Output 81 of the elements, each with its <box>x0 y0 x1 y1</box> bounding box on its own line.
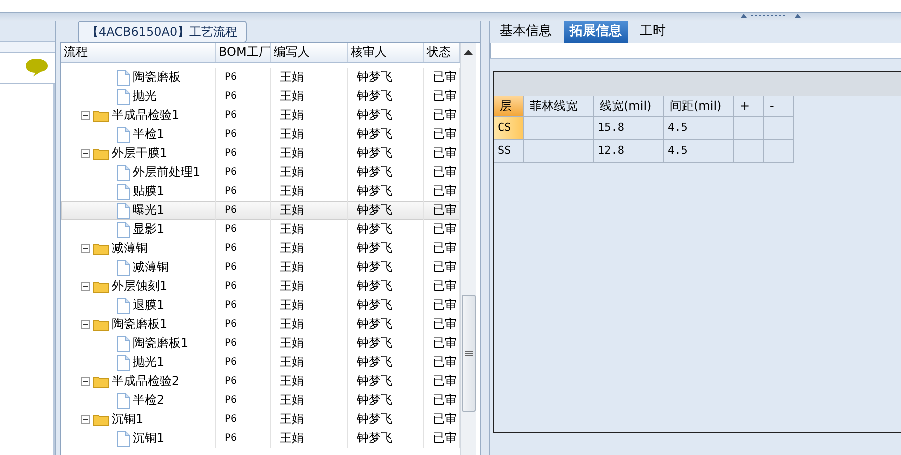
tree-label: 陶瓷磨板1 <box>112 316 168 333</box>
folder-icon <box>93 318 109 331</box>
table-cell <box>734 117 764 140</box>
folder-icon <box>93 375 109 388</box>
tab[interactable]: 拓展信息 <box>564 21 628 43</box>
table-cell <box>524 140 594 163</box>
tab[interactable]: 基本信息 <box>494 21 558 43</box>
grip-icon <box>464 350 472 356</box>
collapse-icon[interactable] <box>81 244 90 253</box>
document-icon <box>117 202 130 218</box>
tree-label: 陶瓷磨板1 <box>133 335 189 352</box>
tree-label: 抛光 <box>133 88 157 105</box>
folder-icon <box>93 413 109 426</box>
tree-label: 外层蚀刻1 <box>112 278 168 295</box>
column-header[interactable]: + <box>734 96 764 117</box>
table-cell: 4.5 <box>664 140 734 163</box>
tree-label: 半成品检验2 <box>112 373 180 390</box>
tab[interactable]: 工时 <box>634 21 672 43</box>
tree-label: 曝光1 <box>133 202 165 219</box>
tree-label: 陶瓷磨板 <box>133 69 181 86</box>
column-header[interactable]: 线宽(mil) <box>594 96 664 117</box>
tree-label: 外层干膜1 <box>112 145 168 162</box>
folder-icon <box>93 109 109 122</box>
tree-label: 显影1 <box>133 221 165 238</box>
tree-label: 外层前处理1 <box>133 164 201 181</box>
table-cell <box>764 140 794 163</box>
document-icon <box>117 126 130 142</box>
document-icon <box>117 336 130 352</box>
document-icon <box>117 222 130 238</box>
column-header[interactable]: 流程 <box>61 43 216 62</box>
reviewer-cell: 钟梦飞 <box>348 429 424 448</box>
document-icon <box>117 298 130 314</box>
column-header[interactable]: 菲林线宽 <box>524 96 594 117</box>
tree-label: 半成品检验1 <box>112 107 180 124</box>
document-icon <box>117 184 130 200</box>
document-icon <box>117 70 130 86</box>
row-header: SS <box>494 140 524 163</box>
collapse-icon[interactable] <box>81 149 90 158</box>
table-cell <box>764 117 794 140</box>
column-header[interactable]: - <box>764 96 794 117</box>
tree-label: 半检2 <box>133 392 165 409</box>
row-header: CS <box>494 117 524 140</box>
tree-label: 减薄铜 <box>112 240 148 257</box>
column-header[interactable]: 编写人 <box>271 43 348 62</box>
document-icon <box>117 354 130 370</box>
collapse-icon[interactable] <box>81 415 90 424</box>
table-cell: 4.5 <box>664 117 734 140</box>
table-cell <box>734 140 764 163</box>
factory-cell: P6 <box>216 429 271 448</box>
tree-label: 沉铜1 <box>133 430 165 447</box>
document-icon <box>117 392 130 408</box>
collapse-icon[interactable] <box>81 111 90 120</box>
scrollbar[interactable] <box>460 43 476 455</box>
column-header[interactable]: 核审人 <box>348 43 424 62</box>
folder-icon <box>93 280 109 293</box>
tree-label: 半检1 <box>133 126 165 143</box>
flow-row[interactable]: 曝光1 P6 王娟 钟梦飞 已审 <box>61 201 460 220</box>
tree-label: 减薄铜 <box>133 259 169 276</box>
column-header[interactable]: 层 <box>494 96 524 117</box>
writer-cell: 王娟 <box>271 429 348 448</box>
document-icon <box>117 88 130 104</box>
collapse-icon[interactable] <box>81 282 90 291</box>
group-title: 【4ACB6150A0】工艺流程 <box>78 21 247 43</box>
collapse-icon[interactable] <box>81 320 90 329</box>
table-cell: 12.8 <box>594 140 664 163</box>
tree-label: 沉铜1 <box>112 411 144 428</box>
table-cell <box>524 117 594 140</box>
table-cell: 15.8 <box>594 117 664 140</box>
tree-label: 贴膜1 <box>133 183 165 200</box>
tree-label: 退膜1 <box>133 297 165 314</box>
document-icon <box>117 164 130 180</box>
collapse-icon[interactable] <box>81 377 90 386</box>
grip-icon[interactable] <box>741 13 801 19</box>
tree-label: 抛光1 <box>133 354 165 371</box>
column-header[interactable]: 间距(mil) <box>664 96 734 117</box>
document-icon <box>117 430 130 446</box>
folder-icon <box>93 147 109 160</box>
scroll-up-icon[interactable] <box>464 49 473 55</box>
folder-icon <box>93 242 109 255</box>
column-header[interactable]: BOM工厂 <box>216 43 271 62</box>
document-icon <box>117 260 130 276</box>
